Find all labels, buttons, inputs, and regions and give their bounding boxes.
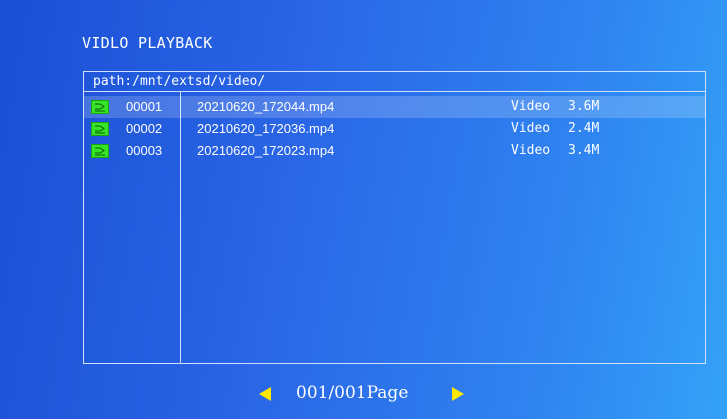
file-row-00002[interactable]: 00002 20210620_172036.mp4 Video 2.4M <box>84 118 705 140</box>
file-name: 20210620_172044.mp4 <box>197 99 335 114</box>
file-index: 00003 <box>126 143 163 158</box>
file-row-00003[interactable]: 00003 20210620_172023.mp4 Video 3.4M <box>84 140 705 162</box>
pager: 001/001Page <box>0 381 727 405</box>
page-indicator: 001/001Page <box>296 383 409 403</box>
file-type: Video <box>511 143 551 158</box>
page-title: VIDLO PLAYBACK <box>82 34 213 52</box>
file-name: 20210620_172023.mp4 <box>197 143 335 158</box>
file-browser: path:/mnt/extsd/video/ 00001 20210620_17… <box>83 71 706 364</box>
file-type: Video <box>511 99 551 114</box>
video-file-icon <box>91 100 109 114</box>
playback-screen: VIDLO PLAYBACK path:/mnt/extsd/video/ 00… <box>0 0 727 419</box>
file-index: 00002 <box>126 121 163 136</box>
file-row-00001[interactable]: 00001 20210620_172044.mp4 Video 3.6M <box>84 96 705 118</box>
path-bar: path:/mnt/extsd/video/ <box>84 72 705 92</box>
triangle-right-icon[interactable] <box>452 387 464 401</box>
file-size: 3.6M <box>568 99 600 114</box>
file-list: 00001 20210620_172044.mp4 Video 3.6M 000… <box>84 96 705 162</box>
video-file-icon <box>91 122 109 136</box>
file-size: 2.4M <box>568 121 600 136</box>
triangle-left-icon[interactable] <box>259 387 271 401</box>
file-size: 3.4M <box>568 143 600 158</box>
file-type: Video <box>511 121 551 136</box>
file-index: 00001 <box>126 99 163 114</box>
video-file-icon <box>91 144 109 158</box>
file-name: 20210620_172036.mp4 <box>197 121 335 136</box>
